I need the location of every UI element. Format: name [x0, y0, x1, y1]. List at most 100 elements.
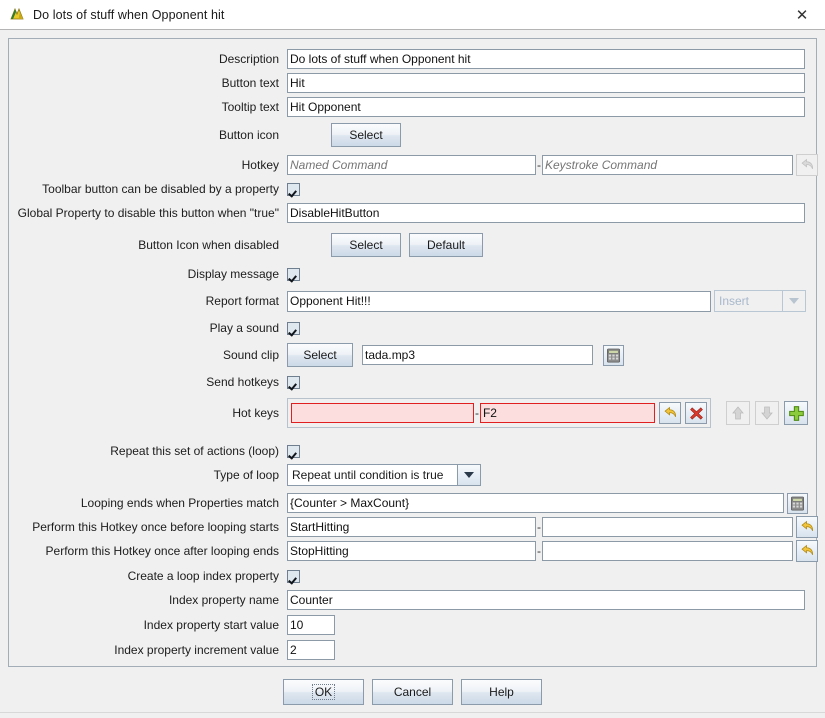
- hot-key-named-input[interactable]: [291, 403, 474, 423]
- arrow-up-icon[interactable]: [726, 401, 750, 425]
- hotkey-named-command-input[interactable]: [287, 155, 536, 175]
- sound-clip-select-label: Select: [303, 348, 336, 362]
- report-format-input[interactable]: [287, 291, 711, 312]
- hotkey-before-loop-named-input[interactable]: [287, 517, 536, 537]
- label-button-icon: Button icon: [9, 128, 287, 142]
- row-send-hotkeys: Send hotkeys: [9, 370, 816, 394]
- row-button-text: Button text: [9, 71, 816, 95]
- label-hotkey-after-loop: Perform this Hotkey once after looping e…: [9, 544, 287, 558]
- row-global-property: Global Property to disable this button w…: [9, 201, 816, 225]
- label-looping-ends-match: Looping ends when Properties match: [9, 496, 287, 510]
- label-button-icon-disabled: Button Icon when disabled: [9, 238, 287, 252]
- help-button[interactable]: Help: [461, 679, 542, 705]
- row-tooltip-text: Tooltip text: [9, 95, 816, 119]
- label-tooltip-text: Tooltip text: [9, 100, 287, 114]
- hotkey-after-loop-undo-icon[interactable]: [796, 540, 818, 562]
- window-bottom-strip: [0, 712, 825, 718]
- hotkey-keystroke-command-input[interactable]: [542, 155, 793, 175]
- index-increment-value-input[interactable]: [287, 640, 335, 660]
- row-hotkey: Hotkey -: [9, 153, 816, 177]
- button-text-input[interactable]: [287, 73, 805, 93]
- row-index-property-name: Index property name: [9, 588, 816, 612]
- row-looping-ends-match: Looping ends when Properties match: [9, 491, 816, 515]
- hot-key-stroke-input[interactable]: [480, 403, 655, 423]
- description-input[interactable]: [287, 49, 805, 69]
- title-bar: Do lots of stuff when Opponent hit ✕: [0, 0, 825, 30]
- disabled-icon-select-label: Select: [349, 238, 382, 252]
- hotkey-after-loop-stroke-input[interactable]: [542, 541, 793, 561]
- toolbar-disable-checkbox[interactable]: [287, 183, 300, 196]
- hotkey-before-loop-undo-icon[interactable]: [796, 516, 818, 538]
- row-report-format: Report format Insert: [9, 289, 816, 313]
- window-title: Do lots of stuff when Opponent hit: [33, 8, 224, 22]
- hotkey-before-loop-stroke-input[interactable]: [542, 517, 793, 537]
- hotkey-after-loop-named-input[interactable]: [287, 541, 536, 561]
- row-repeat-loop: Repeat this set of actions (loop): [9, 439, 816, 463]
- hot-keys-group: -: [287, 398, 711, 428]
- create-index-property-checkbox[interactable]: [287, 570, 300, 583]
- hot-key-delete-icon[interactable]: [685, 402, 707, 424]
- display-message-checkbox[interactable]: [287, 268, 300, 281]
- type-of-loop-combo[interactable]: Repeat until condition is true: [287, 464, 481, 486]
- row-button-icon-disabled: Button Icon when disabled Select Default: [9, 231, 816, 259]
- sound-clip-select-button[interactable]: Select: [287, 343, 353, 367]
- label-toolbar-disable: Toolbar button can be disabled by a prop…: [9, 182, 287, 196]
- label-report-format: Report format: [9, 294, 287, 308]
- green-plus-icon[interactable]: [784, 401, 808, 425]
- disabled-icon-default-button[interactable]: Default: [409, 233, 483, 257]
- label-index-property-name: Index property name: [9, 593, 287, 607]
- type-of-loop-chevron-down-icon[interactable]: [458, 465, 480, 485]
- close-icon[interactable]: ✕: [779, 0, 825, 29]
- row-hotkey-before-loop: Perform this Hotkey once before looping …: [9, 515, 816, 539]
- index-start-value-input[interactable]: [287, 615, 335, 635]
- arrow-down-icon[interactable]: [755, 401, 779, 425]
- label-send-hotkeys: Send hotkeys: [9, 375, 287, 389]
- dialog-button-bar: OK Cancel Help: [0, 675, 825, 709]
- label-description: Description: [9, 52, 287, 66]
- label-repeat-loop: Repeat this set of actions (loop): [9, 444, 287, 458]
- hotkey-undo-icon[interactable]: [796, 154, 818, 176]
- row-display-message: Display message: [9, 262, 816, 286]
- row-sound-clip: Sound clip Select: [9, 341, 816, 369]
- label-hotkey-before-loop: Perform this Hotkey once before looping …: [9, 520, 287, 534]
- label-hotkey: Hotkey: [9, 158, 287, 172]
- row-hotkey-after-loop: Perform this Hotkey once after looping e…: [9, 539, 816, 563]
- ok-button[interactable]: OK: [283, 679, 364, 705]
- row-hot-keys: Hot keys -: [9, 396, 816, 430]
- label-display-message: Display message: [9, 267, 287, 281]
- send-hotkeys-checkbox[interactable]: [287, 376, 300, 389]
- cancel-button-label: Cancel: [394, 685, 431, 699]
- calculator-icon[interactable]: [603, 345, 624, 366]
- row-type-of-loop: Type of loop Repeat until condition is t…: [9, 462, 816, 488]
- row-toolbar-disable-checkbox: Toolbar button can be disabled by a prop…: [9, 177, 816, 201]
- type-of-loop-value: Repeat until condition is true: [288, 465, 458, 485]
- row-index-increment-value: Index property increment value: [9, 638, 816, 662]
- row-description: Description: [9, 47, 816, 71]
- label-sound-clip: Sound clip: [9, 348, 287, 362]
- repeat-loop-checkbox[interactable]: [287, 445, 300, 458]
- vassal-app-icon: [8, 6, 26, 24]
- disabled-icon-select-button[interactable]: Select: [331, 233, 401, 257]
- looping-calculator-icon[interactable]: [787, 493, 808, 514]
- row-index-start-value: Index property start value: [9, 613, 816, 637]
- global-property-input[interactable]: [287, 203, 805, 223]
- label-hot-keys: Hot keys: [9, 406, 287, 420]
- label-button-text: Button text: [9, 76, 287, 90]
- button-icon-select-button[interactable]: Select: [331, 123, 401, 147]
- cancel-button[interactable]: Cancel: [372, 679, 453, 705]
- sound-clip-input[interactable]: [362, 345, 593, 365]
- help-button-label: Help: [489, 685, 514, 699]
- index-property-name-input[interactable]: [287, 590, 805, 610]
- insert-combo-value: Insert: [715, 291, 783, 311]
- chevron-down-icon[interactable]: [783, 291, 805, 311]
- looping-ends-match-input[interactable]: [287, 493, 784, 513]
- play-sound-checkbox[interactable]: [287, 322, 300, 335]
- button-icon-select-label: Select: [349, 128, 382, 142]
- report-format-insert-combo[interactable]: Insert: [714, 290, 806, 312]
- tooltip-text-input[interactable]: [287, 97, 805, 117]
- config-panel: Description Button text Tooltip text But…: [8, 38, 817, 667]
- hot-key-undo-icon[interactable]: [659, 402, 681, 424]
- label-index-increment-value: Index property increment value: [9, 643, 287, 657]
- label-play-sound: Play a sound: [9, 321, 287, 335]
- row-button-icon: Button icon Select: [9, 121, 816, 149]
